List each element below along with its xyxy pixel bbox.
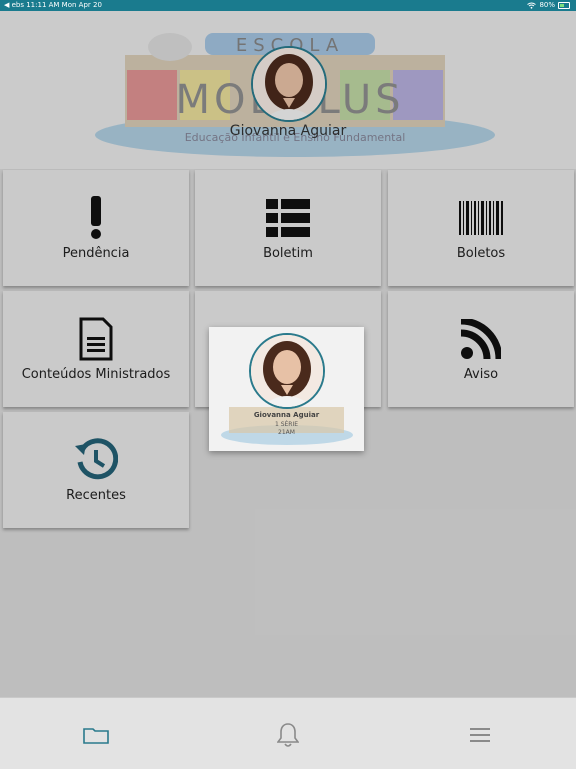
tile-boletos[interactable]: Boletos	[388, 170, 574, 286]
tile-aviso[interactable]: Aviso	[388, 291, 574, 407]
battery-percent: 80%	[539, 1, 555, 9]
tile-label: Pendência	[62, 246, 130, 261]
status-right: 80%	[527, 0, 570, 11]
menu-icon	[470, 728, 490, 742]
status-bar: ◀ ebs 11:11 AM Mon Apr 20 80%	[0, 0, 576, 11]
table-list-icon	[266, 199, 310, 237]
tile-label: Recentes	[66, 488, 126, 503]
exclamation-icon	[91, 196, 101, 239]
user-name: Giovanna Aguiar	[229, 123, 347, 139]
profile-popup[interactable]: Giovanna Aguiar 1 SÉRIE 21AM	[209, 327, 364, 451]
nav-folder[interactable]	[76, 718, 116, 752]
tile-label: Boletim	[263, 246, 313, 261]
tile-label: Conteúdos Ministrados	[21, 367, 171, 382]
popup-grade: 1 SÉRIE	[274, 421, 299, 428]
tile-label: Boletos	[456, 246, 506, 261]
bottom-nav	[0, 697, 576, 769]
tile-conteudos-ministrados[interactable]: Conteúdos Ministrados	[3, 291, 189, 407]
bell-icon	[277, 723, 299, 747]
tile-recentes[interactable]: Recentes	[3, 412, 189, 528]
tile-label: Aviso	[463, 367, 499, 382]
wifi-icon	[527, 2, 537, 9]
rss-icon	[461, 319, 501, 359]
profile-header: ESCOLA MODULUS Educação Infantil e Ensin…	[0, 11, 576, 169]
history-icon	[75, 438, 118, 480]
tile-boletim[interactable]: Boletim	[195, 170, 381, 286]
avatar	[251, 46, 327, 122]
barcode-icon	[459, 201, 503, 235]
folder-icon	[83, 728, 109, 744]
popup-class: 21AM	[278, 429, 295, 436]
document-icon	[79, 317, 113, 361]
tile-pendencia[interactable]: Pendência	[3, 170, 189, 286]
status-left-text: ◀ ebs 11:11 AM Mon Apr 20	[4, 1, 102, 9]
nav-menu[interactable]	[460, 718, 500, 752]
battery-icon	[558, 2, 570, 9]
nav-notifications[interactable]	[268, 718, 308, 752]
popup-name: Giovanna Aguiar	[253, 411, 320, 419]
popup-avatar	[249, 333, 325, 409]
